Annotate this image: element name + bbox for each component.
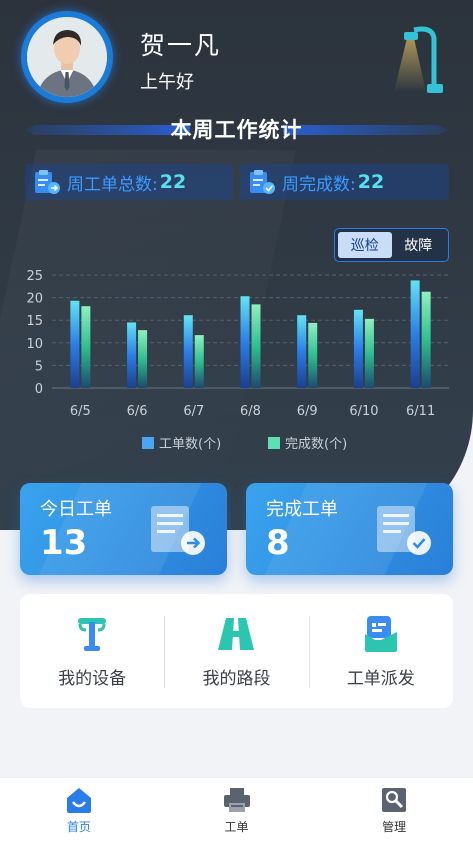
y-tick-label: 10 — [26, 337, 43, 352]
y-tick-label: 5 — [35, 359, 43, 374]
y-tick-label: 0 — [35, 382, 43, 397]
document-check-icon — [377, 506, 431, 555]
x-tick-label: 6/5 — [70, 404, 91, 419]
header-panel: 贺一凡 上午好 本周工作统计 周工单总数: 22 周完成数: 22 巡检 故障 … — [0, 0, 473, 530]
bar-done-count — [251, 304, 261, 388]
today-orders-card[interactable]: 今日工单 13 — [20, 483, 227, 575]
section-header: 本周工作统计 — [25, 114, 448, 146]
x-tick-label: 6/8 — [240, 404, 261, 419]
y-tick-label: 20 — [26, 292, 43, 307]
week-total-value: 22 — [159, 171, 187, 193]
menu-dispatch[interactable]: 工单派发 — [308, 594, 453, 708]
type-toggle[interactable]: 巡检 故障 — [334, 228, 449, 262]
x-tick-label: 6/11 — [406, 404, 435, 419]
y-tick-label: 25 — [26, 269, 43, 284]
bar-done-count — [364, 318, 374, 388]
quick-menu: 我的设备 我的路段 工单派发 — [20, 594, 453, 708]
tab-home[interactable]: 首页 — [0, 778, 158, 841]
street-lamp-icon — [394, 26, 443, 93]
bar-done-count — [81, 306, 91, 388]
menu-my-devices[interactable]: 我的设备 — [20, 594, 164, 708]
section-title: 本周工作统计 — [170, 118, 303, 142]
printer-icon — [223, 787, 250, 812]
bar-order-count — [297, 315, 307, 388]
bar-done-count — [194, 335, 204, 388]
tab-home-label: 首页 — [66, 819, 91, 834]
bar-order-count — [240, 296, 250, 388]
menu-my-devices-label: 我的设备 — [58, 668, 127, 689]
legend-swatch — [142, 437, 154, 449]
bar-done-count — [138, 330, 148, 388]
avatar[interactable] — [21, 11, 113, 103]
week-total-stat: 周工单总数: 22 — [25, 164, 233, 200]
order-list-icon — [35, 170, 60, 194]
menu-dispatch-label: 工单派发 — [346, 668, 415, 689]
tab-orders-label: 工单 — [224, 819, 249, 834]
toggle-inspection[interactable]: 巡检 — [338, 232, 392, 258]
road-icon — [218, 617, 255, 650]
greeting-text: 上午好 — [140, 72, 194, 93]
tab-orders[interactable]: 工单 — [158, 778, 316, 841]
x-tick-label: 6/6 — [127, 404, 148, 419]
done-orders-card[interactable]: 完成工单 8 — [246, 483, 453, 575]
lamp-post-icon — [78, 617, 107, 651]
legend-label: 工单数(个) — [159, 437, 221, 452]
bar-order-count — [127, 322, 137, 388]
menu-my-roads[interactable]: 我的路段 — [164, 594, 308, 708]
legend-label: 完成数(个) — [285, 437, 347, 452]
week-done-stat: 周完成数: 22 — [240, 164, 449, 200]
bar-done-count — [421, 291, 431, 388]
document-arrow-icon — [151, 506, 205, 555]
wrench-icon — [382, 787, 407, 812]
user-name: 贺一凡 — [140, 31, 222, 60]
bar-done-count — [308, 322, 318, 388]
y-tick-label: 15 — [26, 314, 43, 329]
today-orders-label: 今日工单 — [40, 499, 112, 520]
week-done-label: 周完成数: — [282, 174, 356, 195]
bar-order-count — [353, 309, 363, 388]
order-check-icon — [250, 170, 275, 194]
bar-order-count — [70, 300, 80, 388]
today-orders-value: 13 — [40, 523, 88, 563]
x-tick-label: 6/7 — [183, 404, 204, 419]
x-tick-label: 6/10 — [349, 404, 378, 419]
week-total-label: 周工单总数: — [67, 174, 158, 195]
tab-manage[interactable]: 管理 — [315, 778, 473, 841]
home-icon — [66, 787, 91, 813]
week-done-value: 22 — [357, 171, 385, 193]
dispatch-icon — [364, 615, 397, 652]
weekly-bar-chart: 0 5 10 15 20 25 6/5 6/6 6/7 6/8 6/9 6/10 6/11 工单数(个) 完… — [26, 269, 449, 452]
menu-my-roads-label: 我的路段 — [202, 668, 271, 689]
legend-swatch — [268, 437, 280, 449]
toggle-fault[interactable]: 故障 — [392, 232, 446, 258]
done-orders-label: 完成工单 — [266, 499, 338, 520]
done-orders-value: 8 — [266, 523, 290, 563]
avatar-photo — [27, 17, 107, 97]
x-tick-label: 6/9 — [297, 404, 318, 419]
bar-order-count — [410, 280, 420, 388]
bar-order-count — [183, 315, 193, 388]
tab-manage-label: 管理 — [382, 819, 407, 834]
bottom-tab-bar: 首页 工单 管理 — [0, 777, 473, 841]
